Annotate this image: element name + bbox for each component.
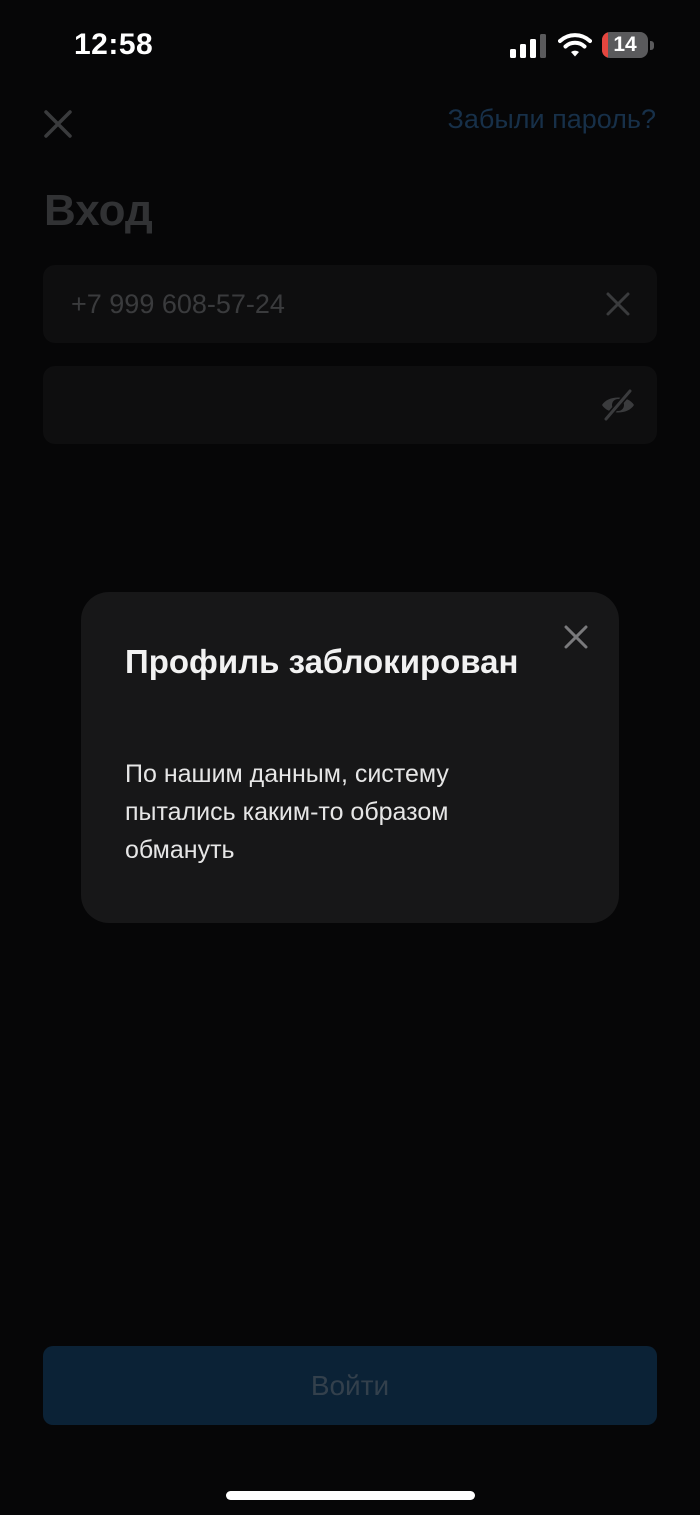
- modal-message: По нашим данным, систему пытались каким-…: [125, 760, 449, 864]
- password-field[interactable]: [43, 366, 657, 444]
- login-button[interactable]: Войти: [43, 1346, 657, 1425]
- phone-field[interactable]: [43, 265, 657, 343]
- forgot-password-link[interactable]: Забыли пароль?: [448, 104, 656, 135]
- phone-input[interactable]: [71, 265, 571, 343]
- clear-icon[interactable]: [605, 291, 631, 317]
- home-indicator[interactable]: [226, 1491, 475, 1500]
- status-time: 12:58: [74, 28, 154, 61]
- wifi-icon: [558, 33, 592, 57]
- status-bar: 12:58 14: [0, 0, 700, 92]
- battery-level: 14: [613, 33, 637, 56]
- close-screen-button[interactable]: [38, 104, 78, 144]
- page-title: Вход: [44, 186, 153, 235]
- signal-icon: [510, 34, 546, 58]
- profile-blocked-modal: Профиль заблокирован По нашим данным, си…: [81, 592, 619, 923]
- close-icon: [44, 110, 72, 138]
- modal-close-icon[interactable]: [563, 624, 589, 650]
- modal-title: Профиль заблокирован: [125, 643, 519, 680]
- eye-off-icon[interactable]: [599, 388, 637, 422]
- password-input[interactable]: [71, 366, 571, 444]
- battery-icon: 14: [602, 32, 654, 60]
